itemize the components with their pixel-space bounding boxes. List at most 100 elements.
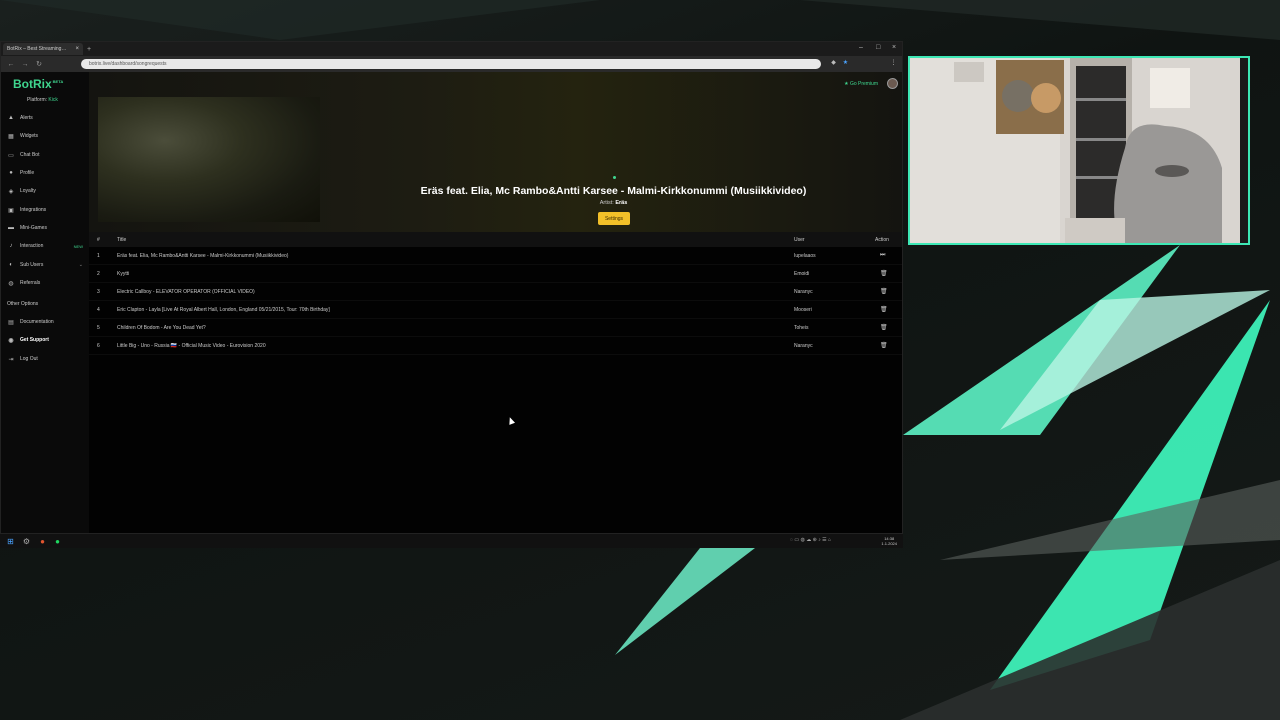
sidebar-item-label: Log Out xyxy=(20,356,38,362)
logo-text: BotRix xyxy=(13,77,52,91)
trash-icon[interactable]: 🗑 xyxy=(880,270,888,277)
sidebar-item-log-out[interactable]: ⇥ Log Out xyxy=(7,353,87,365)
browser-tab[interactable]: BotRix – Best Streaming… × xyxy=(3,43,83,55)
sidebar-item-label: Chat Bot xyxy=(20,152,40,158)
plug-icon: ▣ xyxy=(8,207,14,214)
back-icon[interactable]: ← xyxy=(7,61,15,68)
taskbar: ⊞ ⚙ ● ● ◌ ▭ ◍ ☁ ⊕ ♪ ☰ ⌂ 14:38 1.1.2024 xyxy=(0,533,903,548)
extension-icon[interactable]: ◆ xyxy=(829,59,838,68)
sidebar-item-widgets[interactable]: ▦ Widgets xyxy=(7,130,87,142)
table-row: 5 Children Of Bodom - Are You Dead Yet? … xyxy=(89,319,902,337)
settings-button[interactable]: Settings xyxy=(598,212,630,225)
maximize-icon[interactable]: □ xyxy=(876,44,880,51)
close-tab-icon[interactable]: × xyxy=(75,46,79,52)
sidebar-item-label: Loyalty xyxy=(20,188,36,194)
other-options-heading: Other Options xyxy=(7,301,39,307)
new-badge: NEW xyxy=(73,243,83,249)
row-user: Naranyc xyxy=(794,343,813,349)
trash-icon[interactable]: 🗑 xyxy=(880,306,888,313)
browser-window: BotRix – Best Streaming… × + – □ × ← → ↻… xyxy=(0,41,903,535)
spotify-icon[interactable]: ● xyxy=(53,537,62,546)
settings-gear-icon[interactable]: ⚙ xyxy=(22,537,31,546)
table-row: 3 Electric Callboy - ELEVATOR OPERATOR (… xyxy=(89,283,902,301)
row-title: Little Big - Uno - Russia 🇷🇺 - Official … xyxy=(117,343,266,349)
sidebar-item-get-support[interactable]: ◉ Get Support xyxy=(7,334,87,346)
browser-tab-bar: BotRix – Best Streaming… × + – □ × xyxy=(1,42,902,56)
botrix-app: BotRixBETA Platform: Kick ▲ Alerts ▦ Widge… xyxy=(1,72,902,534)
go-premium-link[interactable]: ★ Go Premium xyxy=(844,81,878,87)
support-icon: ◉ xyxy=(8,337,14,344)
minimize-icon[interactable]: – xyxy=(859,44,863,51)
row-number: 3 xyxy=(97,289,100,295)
trash-icon[interactable]: 🗑 xyxy=(880,288,888,295)
beta-badge: BETA xyxy=(52,79,64,84)
skip-icon[interactable]: ⏭ xyxy=(880,252,885,259)
row-number: 2 xyxy=(97,271,100,277)
platform-label: Platform: xyxy=(27,97,48,103)
sidebar-item-chat-bot[interactable]: ▭ Chat Bot xyxy=(7,149,87,161)
sidebar-item-profile[interactable]: ● Profile xyxy=(7,167,87,179)
close-window-icon[interactable]: × xyxy=(892,44,896,51)
url-input[interactable]: botrix.live/dashboard/songrequests xyxy=(81,59,821,69)
trash-icon[interactable]: 🗑 xyxy=(880,324,888,331)
grid-icon: ▦ xyxy=(8,133,14,140)
logout-icon: ⇥ xyxy=(8,356,14,363)
browser-menu-icon[interactable]: ⋮ xyxy=(889,59,898,68)
row-number: 6 xyxy=(97,343,100,349)
column-header-action: Action xyxy=(875,237,889,243)
row-title: Eric Clapton - Layla [Live At Royal Albe… xyxy=(117,307,330,313)
sidebar-item-documentation[interactable]: ▤ Documentation xyxy=(7,316,87,328)
webcam-overlay xyxy=(908,56,1250,245)
sidebar-item-sub-users[interactable]: ◐ Sub Users ⌄ xyxy=(7,259,87,271)
tab-title: BotRix – Best Streaming… xyxy=(7,46,67,52)
system-clock[interactable]: 14:38 1.1.2024 xyxy=(881,536,897,546)
trash-icon[interactable]: 🗑 xyxy=(880,342,888,349)
sidebar-item-label: Referrals xyxy=(20,280,41,286)
row-title: Children Of Bodom - Are You Dead Yet? xyxy=(117,325,206,331)
sidebar-item-label: Mini-Games xyxy=(20,225,47,231)
sidebar-item-referrals[interactable]: ◍ Referrals xyxy=(7,277,87,289)
book-icon: ▤ xyxy=(8,319,14,326)
webcam-feed xyxy=(910,58,1248,243)
sidebar-item-loyalty[interactable]: ◈ Loyalty xyxy=(7,185,87,197)
bookmark-star-icon[interactable]: ★ xyxy=(841,59,850,68)
tray-icons[interactable]: ◌ ▭ ◍ ☁ ⊕ ♪ ☰ ⌂ xyxy=(790,537,831,543)
gift-icon: ◈ xyxy=(8,188,14,195)
firefox-icon[interactable]: ● xyxy=(38,537,47,546)
gamepad-icon: ▬ xyxy=(8,225,14,231)
row-user: Naranyc xyxy=(794,289,813,295)
clock-date: 1.1.2024 xyxy=(881,541,897,546)
playing-indicator xyxy=(613,176,616,179)
new-tab-icon[interactable]: + xyxy=(87,46,91,53)
windows-start-icon[interactable]: ⊞ xyxy=(6,537,15,546)
forward-icon[interactable]: → xyxy=(21,61,29,68)
sidebar-item-label: Interaction xyxy=(20,243,44,249)
user-icon: ● xyxy=(9,170,13,176)
sidebar-item-interaction[interactable]: ♪ Interaction NEW xyxy=(7,240,87,252)
avatar[interactable] xyxy=(887,78,898,89)
address-bar: ← → ↻ botrix.live/dashboard/songrequests… xyxy=(1,56,902,72)
row-number: 1 xyxy=(97,253,100,259)
platform-value: Kick xyxy=(48,97,58,103)
botrix-logo[interactable]: BotRixBETA xyxy=(13,77,63,91)
sidebar-item-alerts[interactable]: ▲ Alerts xyxy=(7,112,87,124)
sidebar-item-label: Sub Users xyxy=(20,262,44,268)
bell-icon: ▲ xyxy=(8,115,14,121)
sidebar-item-label: Alerts xyxy=(20,115,33,121)
music-icon: ♪ xyxy=(9,243,13,249)
desktop: BotRix – Best Streaming… × + – □ × ← → ↻… xyxy=(0,0,1280,720)
sidebar-item-integrations[interactable]: ▣ Integrations xyxy=(7,204,87,216)
handshake-icon: ◍ xyxy=(8,280,14,287)
sidebar-item-label: Get Support xyxy=(20,337,49,343)
sidebar-item-mini-games[interactable]: ▬ Mini-Games xyxy=(7,222,87,234)
artist-label: Artist: xyxy=(599,200,614,206)
row-user: Mooseri xyxy=(794,307,812,313)
chevron-down-icon: ⌄ xyxy=(78,262,83,268)
artist-name: Eräs xyxy=(615,200,628,206)
platform-indicator: Platform: Kick xyxy=(27,97,58,103)
reload-icon[interactable]: ↻ xyxy=(35,60,43,68)
table-row: 2 Kyytti Emoidi 🗑 xyxy=(89,265,902,283)
go-premium-label: Go Premium xyxy=(849,81,878,87)
sidebar-item-label: Widgets xyxy=(20,133,39,139)
video-thumbnail[interactable] xyxy=(98,97,320,222)
